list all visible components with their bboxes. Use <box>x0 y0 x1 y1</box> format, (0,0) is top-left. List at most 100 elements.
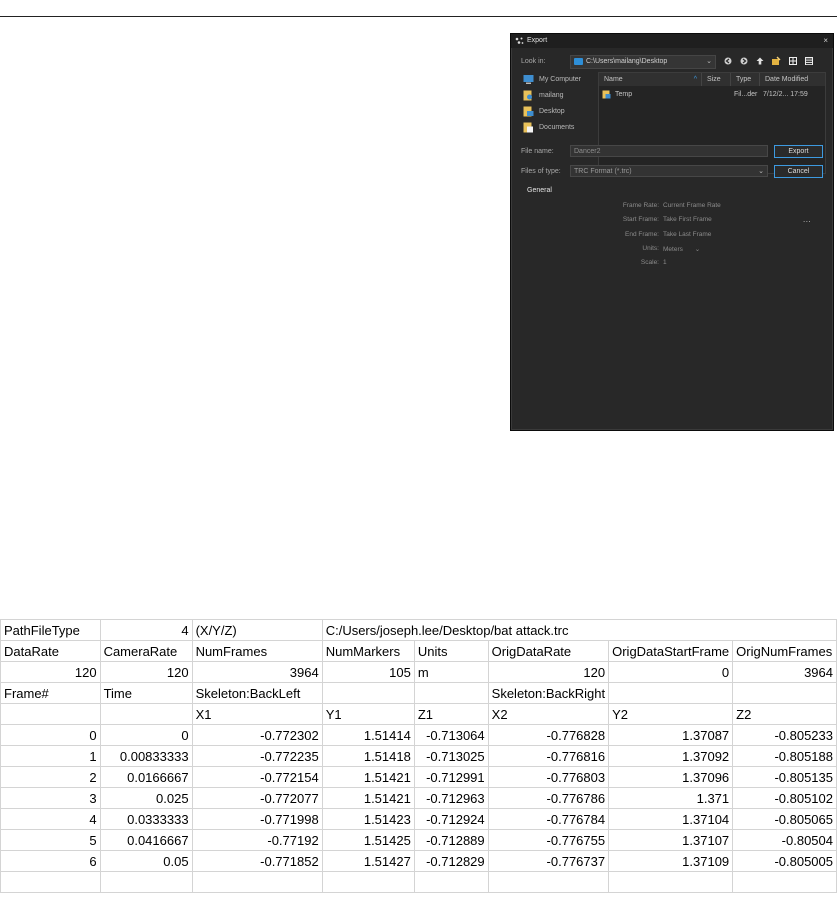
table-cell[interactable]: 1.371 <box>608 787 734 809</box>
table-cell[interactable] <box>99 871 193 893</box>
table-cell[interactable] <box>321 871 415 893</box>
table-cell[interactable]: -0.713064 <box>413 724 489 746</box>
file-name-input[interactable]: Dancer2 <box>570 145 768 157</box>
column-type[interactable]: Type <box>731 73 760 86</box>
list-view-icon[interactable] <box>788 56 798 66</box>
table-cell[interactable] <box>608 871 734 893</box>
table-cell[interactable] <box>608 682 734 704</box>
detail-view-icon[interactable] <box>804 56 814 66</box>
table-cell[interactable]: Skeleton:BackLeft <box>191 682 323 704</box>
forward-icon[interactable] <box>739 56 749 66</box>
table-cell[interactable]: 0.025 <box>99 787 193 809</box>
table-cell[interactable]: 1 <box>0 745 101 767</box>
table-cell[interactable]: -0.77192 <box>191 829 323 851</box>
table-cell[interactable]: 1.37096 <box>608 766 734 788</box>
look-in-combo[interactable]: C:\Users\mailang\Desktop ⌄ <box>570 55 716 69</box>
table-cell[interactable]: 1.51421 <box>321 787 415 809</box>
table-cell[interactable]: -0.805005 <box>732 850 837 872</box>
table-cell[interactable]: -0.80504 <box>732 829 837 851</box>
table-cell[interactable]: -0.712889 <box>413 829 489 851</box>
table-cell[interactable]: -0.772077 <box>191 787 323 809</box>
table-cell[interactable]: 4 <box>0 808 101 830</box>
option-start-frame-value[interactable]: Take First Frame <box>663 216 712 223</box>
table-cell[interactable] <box>321 682 415 704</box>
table-cell[interactable]: (X/Y/Z) <box>191 619 323 641</box>
table-cell[interactable]: -0.805065 <box>732 808 837 830</box>
table-cell[interactable]: C:/Users/joseph.lee/Desktop/bat attack.t… <box>321 619 837 641</box>
table-cell[interactable]: -0.772235 <box>191 745 323 767</box>
table-cell[interactable]: -0.776786 <box>487 787 610 809</box>
table-cell[interactable]: 120 <box>99 661 193 683</box>
table-cell[interactable]: -0.712829 <box>413 850 489 872</box>
table-cell[interactable]: 3 <box>0 787 101 809</box>
table-cell[interactable]: -0.771852 <box>191 850 323 872</box>
files-of-type-select[interactable]: TRC Format (*.trc) ⌄ <box>570 165 768 177</box>
table-cell[interactable]: OrigDataRate <box>487 640 610 662</box>
table-cell[interactable]: -0.805102 <box>732 787 837 809</box>
table-cell[interactable]: -0.713025 <box>413 745 489 767</box>
table-cell[interactable]: 0.0333333 <box>99 808 193 830</box>
table-cell[interactable]: DataRate <box>0 640 101 662</box>
table-cell[interactable]: 2 <box>0 766 101 788</box>
table-cell[interactable]: 0 <box>99 724 193 746</box>
table-cell[interactable]: -0.772154 <box>191 766 323 788</box>
dialog-titlebar[interactable]: Export × <box>511 34 833 48</box>
table-cell[interactable]: 105 <box>321 661 415 683</box>
file-row[interactable]: Temp Fil...der 7/12/2... 17:59 <box>599 89 825 101</box>
table-cell[interactable]: -0.712991 <box>413 766 489 788</box>
table-cell[interactable]: -0.776828 <box>487 724 610 746</box>
table-cell[interactable]: 0 <box>0 724 101 746</box>
table-cell[interactable]: m <box>413 661 489 683</box>
table-cell[interactable]: -0.712924 <box>413 808 489 830</box>
option-units-value[interactable]: Meters ⌄ <box>663 245 700 253</box>
table-cell[interactable]: 1.37092 <box>608 745 734 767</box>
table-cell[interactable]: 0.00833333 <box>99 745 193 767</box>
table-cell[interactable]: 0.05 <box>99 850 193 872</box>
column-name[interactable]: Name ^ <box>599 73 702 86</box>
table-cell[interactable]: -0.805135 <box>732 766 837 788</box>
table-cell[interactable] <box>413 682 489 704</box>
table-cell[interactable]: -0.712963 <box>413 787 489 809</box>
new-folder-icon[interactable] <box>771 56 781 66</box>
place-user[interactable]: mailang <box>523 89 595 103</box>
table-cell[interactable]: -0.776784 <box>487 808 610 830</box>
option-scale-value[interactable]: 1 <box>663 259 667 266</box>
table-cell[interactable]: Z2 <box>732 703 837 725</box>
more-options-button[interactable]: ... <box>803 215 811 224</box>
table-cell[interactable]: X2 <box>487 703 610 725</box>
column-size[interactable]: Size <box>702 73 731 86</box>
parent-folder-icon[interactable] <box>755 56 765 66</box>
table-cell[interactable]: Y1 <box>321 703 415 725</box>
cancel-button[interactable]: Cancel <box>774 165 823 178</box>
column-date-modified[interactable]: Date Modified <box>760 73 825 86</box>
table-cell[interactable]: PathFileType <box>0 619 101 641</box>
table-cell[interactable]: 0.0166667 <box>99 766 193 788</box>
table-cell[interactable]: 120 <box>0 661 101 683</box>
table-cell[interactable]: 1.51427 <box>321 850 415 872</box>
export-button[interactable]: Export <box>774 145 823 158</box>
table-cell[interactable]: -0.776816 <box>487 745 610 767</box>
table-cell[interactable]: 1.51414 <box>321 724 415 746</box>
table-cell[interactable]: 1.37087 <box>608 724 734 746</box>
table-cell[interactable]: 1.51425 <box>321 829 415 851</box>
table-cell[interactable]: -0.776803 <box>487 766 610 788</box>
table-cell[interactable] <box>99 703 193 725</box>
place-my-computer[interactable]: My Computer <box>523 73 595 87</box>
table-cell[interactable]: -0.776755 <box>487 829 610 851</box>
table-cell[interactable]: NumMarkers <box>321 640 415 662</box>
table-cell[interactable]: 3964 <box>191 661 323 683</box>
table-cell[interactable]: -0.772302 <box>191 724 323 746</box>
table-cell[interactable]: Skeleton:BackRight <box>487 682 610 704</box>
table-cell[interactable]: 1.51418 <box>321 745 415 767</box>
file-list[interactable]: Name ^ Size Type Date Modified Temp Fil.… <box>598 72 826 174</box>
table-cell[interactable] <box>487 871 610 893</box>
table-cell[interactable]: Y2 <box>608 703 734 725</box>
table-cell[interactable] <box>191 871 323 893</box>
option-frame-rate-value[interactable]: Current Frame Rate <box>663 202 721 209</box>
option-end-frame-value[interactable]: Take Last Frame <box>663 231 711 238</box>
table-cell[interactable]: Units <box>413 640 489 662</box>
table-cell[interactable] <box>732 682 837 704</box>
back-icon[interactable] <box>723 56 733 66</box>
table-cell[interactable]: 1.51421 <box>321 766 415 788</box>
table-cell[interactable] <box>413 871 489 893</box>
